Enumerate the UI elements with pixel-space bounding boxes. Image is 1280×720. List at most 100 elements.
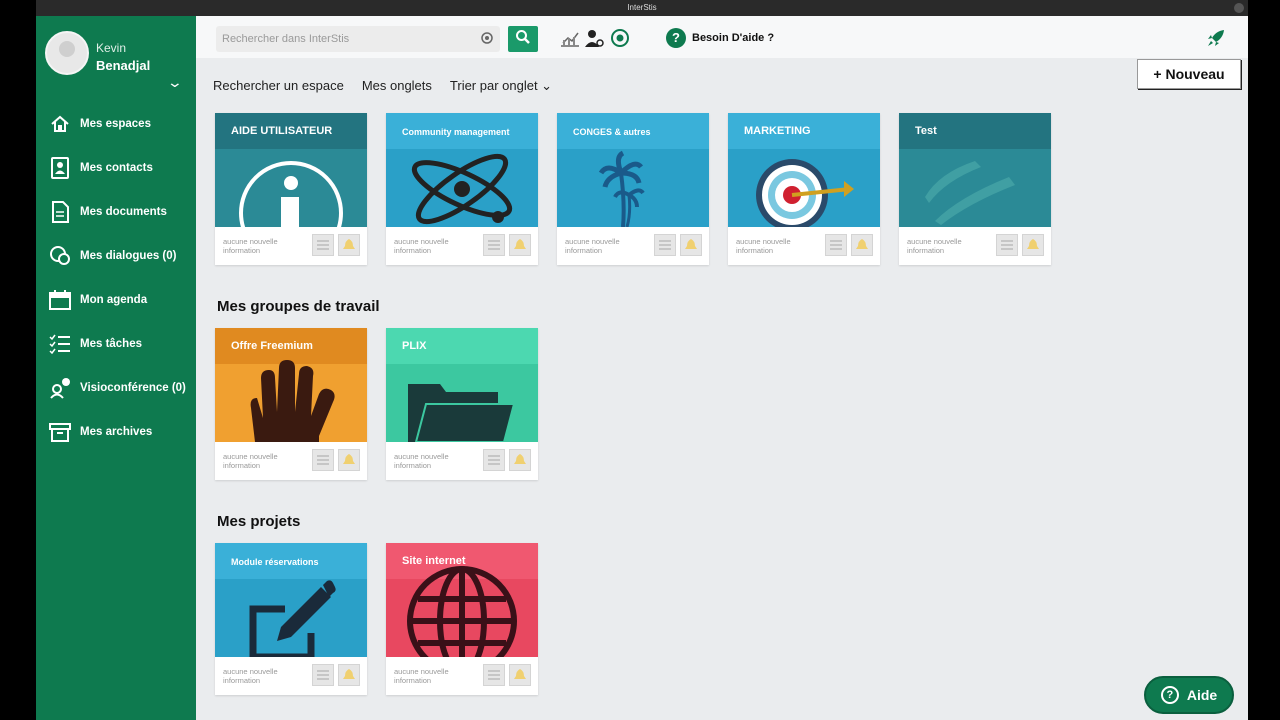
bell-icon[interactable]: [338, 449, 360, 471]
sidebar-item-label: Mes archives: [80, 426, 153, 438]
new-button[interactable]: + Nouveau: [1137, 59, 1241, 89]
workgroup-tile[interactable]: PLIX aucune nouvelle information: [386, 328, 538, 480]
tile-title: Module réservations: [231, 557, 319, 567]
chevron-down-icon[interactable]: ⌄: [167, 74, 183, 91]
list-icon[interactable]: [654, 234, 676, 256]
project-tile[interactable]: Module réservations aucune nouvelle info…: [215, 543, 367, 695]
list-icon[interactable]: [483, 234, 505, 256]
tile-info: aucune nouvelle information: [223, 452, 278, 470]
help-circle-icon: ?: [1160, 686, 1179, 704]
bell-icon[interactable]: [509, 449, 531, 471]
clear-search-icon[interactable]: [480, 31, 494, 45]
document-icon: [48, 200, 72, 224]
sidebar-item-label: Mon agenda: [80, 294, 148, 306]
tile-info: aucune nouvelle information: [907, 237, 962, 255]
tile-title: Test: [915, 125, 937, 137]
sidebar-item-label: Mes espaces: [80, 118, 151, 130]
aide-button[interactable]: ? Aide: [1144, 676, 1234, 714]
sidebar-item-documents[interactable]: Mes documents: [36, 190, 196, 234]
sidebar-item-taches[interactable]: Mes tâches: [36, 322, 196, 366]
search-input[interactable]: [216, 26, 486, 52]
space-tile[interactable]: Test aucune nouvelle information: [899, 113, 1051, 265]
stats-icon[interactable]: [560, 28, 580, 48]
video-conference-icon: [48, 376, 72, 400]
list-icon[interactable]: [312, 449, 334, 471]
tile-info: aucune nouvelle information: [394, 667, 449, 685]
search-button[interactable]: [508, 26, 538, 52]
search-icon: [515, 29, 531, 50]
sidebar-item-archives[interactable]: Mes archives: [36, 410, 196, 454]
tile-info: aucune nouvelle information: [223, 237, 278, 255]
tile-title: PLIX: [402, 340, 427, 352]
bell-icon[interactable]: [680, 234, 702, 256]
section-title-workgroups: Mes groupes de travail: [217, 298, 380, 315]
sidebar: Kevin Benadjal ⌄ Mes espaces Mes contact…: [36, 16, 196, 720]
tile-title: Offre Freemium: [231, 340, 313, 352]
sort-dropdown[interactable]: Trier par onglet ⌄: [450, 78, 552, 96]
tile-info: aucune nouvelle information: [565, 237, 620, 255]
workgroup-tile[interactable]: Offre Freemium aucune nouvelle informati…: [215, 328, 367, 480]
user-settings-icon[interactable]: [584, 28, 604, 48]
app-window: InterStis Kevin Benadjal ⌄ Mes espaces M…: [0, 0, 1280, 720]
list-icon[interactable]: [483, 449, 505, 471]
filters-bar: Rechercher un espace Mes onglets Trier p…: [213, 78, 570, 96]
bell-icon[interactable]: [1022, 234, 1044, 256]
avatar[interactable]: [45, 31, 89, 75]
space-tile[interactable]: AIDE UTILISATEUR aucune nouvelle informa…: [215, 113, 367, 265]
sidebar-item-label: Mes contacts: [80, 162, 153, 174]
user-profile[interactable]: Kevin Benadjal ⌄: [36, 16, 196, 96]
user-first-name: Kevin: [96, 41, 127, 55]
tile-title: AIDE UTILISATEUR: [231, 125, 333, 137]
list-icon[interactable]: [825, 234, 847, 256]
sidebar-nav: Mes espaces Mes contacts Mes documents M…: [36, 102, 196, 454]
main-content: ? Besoin D'aide ? + Nouveau Rechercher u…: [196, 16, 1248, 720]
window-titlebar: InterStis: [36, 0, 1248, 16]
list-icon[interactable]: [312, 664, 334, 686]
list-icon[interactable]: [483, 664, 505, 686]
list-icon[interactable]: [996, 234, 1018, 256]
user-last-name: Benadjal: [96, 58, 151, 73]
bell-icon[interactable]: [509, 234, 531, 256]
search-space-link[interactable]: Rechercher un espace: [213, 78, 344, 96]
sidebar-item-label: Mes tâches: [80, 338, 143, 350]
add-circle-icon[interactable]: [610, 28, 630, 48]
bell-icon[interactable]: [851, 234, 873, 256]
bell-icon[interactable]: [338, 234, 360, 256]
space-tile[interactable]: CONGES & autres aucune nouvelle informat…: [557, 113, 709, 265]
tile-info: aucune nouvelle information: [736, 237, 791, 255]
top-bar: ? Besoin D'aide ?: [196, 16, 1248, 58]
list-icon[interactable]: [312, 234, 334, 256]
tile-title: CONGES & autres: [573, 127, 651, 137]
sidebar-item-visio[interactable]: Visioconférence (0): [36, 366, 196, 410]
tile-info: aucune nouvelle information: [394, 237, 449, 255]
sidebar-item-label: Mes dialogues (0): [80, 250, 177, 262]
chat-icon: [48, 244, 72, 268]
sidebar-item-contacts[interactable]: Mes contacts: [36, 146, 196, 190]
bell-icon[interactable]: [509, 664, 531, 686]
help-icon[interactable]: ?: [666, 28, 686, 48]
aide-button-label: Aide: [1186, 687, 1218, 703]
section-title-projects: Mes projets: [217, 513, 301, 530]
rocket-icon[interactable]: [1206, 28, 1226, 48]
project-tile[interactable]: Site internet aucune nouvelle informatio…: [386, 543, 538, 695]
sidebar-item-espaces[interactable]: Mes espaces: [36, 102, 196, 146]
home-icon: [48, 112, 72, 136]
window-control-button[interactable]: [1234, 3, 1244, 13]
help-link[interactable]: Besoin D'aide ?: [692, 32, 774, 44]
tile-info: aucune nouvelle information: [223, 667, 278, 685]
sidebar-item-agenda[interactable]: Mon agenda: [36, 278, 196, 322]
contacts-icon: [48, 156, 72, 180]
space-tile[interactable]: Community management aucune nouvelle inf…: [386, 113, 538, 265]
calendar-icon: [48, 288, 72, 312]
bell-icon[interactable]: [338, 664, 360, 686]
sidebar-item-label: Mes documents: [80, 206, 167, 218]
sidebar-item-label: Visioconférence (0): [80, 382, 186, 394]
my-tabs-link[interactable]: Mes onglets: [362, 78, 432, 96]
tasks-icon: [48, 332, 72, 356]
sidebar-item-dialogues[interactable]: Mes dialogues (0): [36, 234, 196, 278]
archive-icon: [48, 420, 72, 444]
tile-title: Site internet: [402, 555, 466, 567]
space-tile[interactable]: MARKETING aucune nouvelle information: [728, 113, 880, 265]
window-title: InterStis: [627, 3, 657, 12]
tile-title: Community management: [402, 127, 510, 137]
